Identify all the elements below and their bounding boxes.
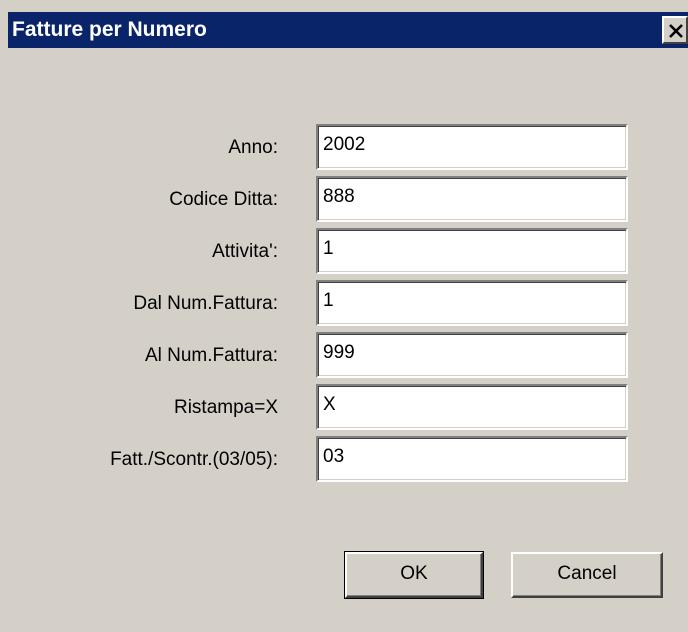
cancel-button[interactable]: Cancel — [511, 552, 663, 598]
al-num-fattura-label: Al Num.Fattura: — [144, 345, 278, 366]
anno-label: Anno: — [228, 137, 278, 158]
title-bar[interactable]: Fatture per Numero — [8, 12, 688, 48]
ristampa-input[interactable]: X — [316, 384, 628, 430]
attivita-input[interactable]: 1 — [316, 228, 628, 274]
close-button[interactable] — [662, 16, 688, 44]
ristampa-label: Ristampa=X — [173, 397, 278, 418]
al-num-fattura-input[interactable]: 999 — [316, 332, 628, 378]
ok-button[interactable]: OK — [344, 551, 484, 599]
fatt-scontr-label: Fatt./Scontr.(03/05): — [110, 449, 278, 470]
anno-input[interactable]: 2002 — [316, 124, 628, 170]
dal-num-fattura-input[interactable]: 1 — [316, 280, 628, 326]
codice-ditta-label: Codice Ditta: — [169, 189, 278, 210]
dal-num-fattura-label: Dal Num.Fattura: — [133, 293, 278, 314]
attivita-label: Attivita': — [212, 241, 278, 262]
codice-ditta-input[interactable]: 888 — [316, 176, 628, 222]
dialog-window: Fatture per Numero Anno: 2002 Codice Dit… — [0, 0, 688, 632]
fatt-scontr-input[interactable]: 03 — [316, 436, 628, 482]
close-icon — [669, 24, 683, 38]
window-title: Fatture per Numero — [12, 18, 207, 41]
